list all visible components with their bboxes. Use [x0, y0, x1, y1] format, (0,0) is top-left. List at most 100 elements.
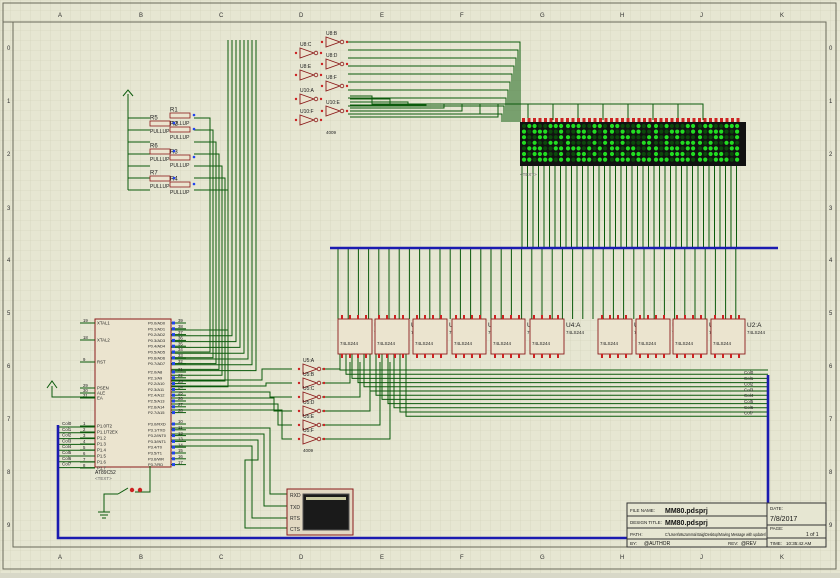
mcu-pin-label: EA — [97, 396, 103, 401]
led-dot — [548, 129, 553, 134]
port-label-right: Col3 — [744, 387, 754, 392]
border-col-label-bottom: J — [700, 555, 703, 561]
led-dot — [571, 157, 576, 162]
led-dot — [636, 135, 641, 140]
border-col-label-top: D — [299, 13, 304, 19]
resistor-pin — [192, 127, 196, 131]
border-col-label-bottom: C — [219, 555, 224, 561]
decoder-pin-bottom — [557, 354, 559, 358]
decoder-part: 74LS244 — [675, 341, 694, 346]
decoder-pin-bottom — [432, 354, 434, 358]
led-dot — [548, 151, 553, 157]
resistor-pin — [172, 176, 176, 180]
led-dot — [664, 146, 669, 151]
led-dot — [592, 135, 597, 140]
led-dot — [708, 140, 713, 145]
decoder-body — [529, 318, 565, 355]
port-label-left: Col1 — [62, 427, 72, 432]
led-dot — [664, 123, 669, 129]
mcu-pin-label: P0.7/AD7 — [148, 361, 166, 366]
mcu-pin-label: P3.4/T0 — [148, 445, 163, 450]
decoder-pin-bottom — [416, 354, 418, 358]
inverter-pin-out — [345, 84, 349, 88]
mcu-chip: AT89C52 <TEXT> 19 XTAL118 XTAL29 RST29 PSEN3… — [80, 318, 186, 481]
decoder-chips: 74LS244U7:B74LS24474LS244U7:A74LS24474LS… — [337, 315, 766, 358]
border-col-label-top: B — [139, 13, 143, 19]
display-pin — [648, 118, 652, 122]
decoder-body — [597, 318, 633, 355]
led-dot — [708, 151, 713, 157]
led-dot — [697, 151, 703, 157]
resistor-body — [169, 181, 191, 188]
display-pin — [604, 118, 608, 122]
led-dot — [703, 140, 708, 145]
mcu-pin-label: P2.7/A15 — [148, 410, 165, 415]
inverter-pin-in — [294, 97, 298, 101]
mcu-pin-marker — [172, 362, 175, 366]
decoder-body — [451, 318, 487, 355]
mcu-pin-number: 15 — [178, 448, 183, 453]
display-pin — [626, 118, 630, 122]
design-title-value: MM80.pdsprj — [665, 520, 708, 527]
inverter-ref: U10:F — [300, 109, 314, 115]
led-dot — [527, 123, 532, 129]
mcu-pin-number: 11 — [178, 425, 183, 430]
inverter-bubble — [339, 108, 345, 114]
led-dot — [543, 140, 548, 145]
decoder-part: 74LS244 — [377, 341, 396, 346]
led-dot — [691, 151, 696, 157]
display-text: <TEXT> — [520, 172, 537, 177]
design-title-label: DESIGN TITLE: — [630, 520, 662, 525]
border-col-label-top: H — [620, 13, 624, 19]
schematic-canvas[interactable]: AABBCCDDEEFFGGHHJJKK0 01 12 23 34 45 56 67 78 89 9… — [0, 0, 840, 573]
led-dot — [587, 140, 592, 145]
led-dot — [664, 157, 669, 162]
led-dot — [597, 157, 602, 162]
inverter-bubble — [316, 422, 322, 428]
decoder-pin-bottom — [479, 354, 481, 358]
led-dot — [636, 129, 641, 134]
led-dot — [581, 129, 587, 134]
led-dot — [581, 123, 587, 129]
decoder-body — [635, 318, 671, 355]
port-label-right: Col4 — [744, 393, 754, 398]
led-dot — [543, 129, 548, 134]
decoder-pin-top — [479, 315, 481, 319]
display-pin — [681, 118, 685, 122]
led-dot — [653, 123, 659, 129]
date-value: 7/8/2017 — [770, 516, 797, 523]
resistor-body — [149, 175, 171, 182]
decoder-pin-top — [365, 315, 367, 319]
resistor-ref: R7 — [150, 171, 158, 177]
decoder-pin-top — [647, 315, 649, 319]
resistor-ref: R5 — [150, 116, 158, 122]
led-dot — [571, 146, 576, 151]
led-dot — [680, 157, 685, 162]
led-dot — [724, 146, 729, 151]
led-dot — [641, 146, 646, 151]
page-value: 1 of 1 — [806, 532, 819, 538]
led-dot — [553, 129, 558, 134]
decoder-pin-top — [639, 315, 641, 319]
border-col-label-bottom: F — [460, 555, 464, 561]
inverter-pin-out — [345, 109, 349, 113]
led-dot — [680, 129, 685, 134]
decoder-part: 74LS244 — [454, 341, 473, 346]
border-col-label-bottom: E — [380, 555, 384, 561]
mcu-pin-marker — [172, 344, 175, 348]
inverter-bubble — [313, 50, 319, 56]
decoder-body — [374, 318, 410, 355]
led-dot — [691, 123, 696, 129]
led-dot — [735, 135, 740, 140]
led-dot — [659, 129, 664, 134]
inverter-bubble — [313, 96, 319, 102]
mcu-pin-number: 34 — [178, 347, 183, 352]
led-dot — [553, 123, 558, 129]
display-pin — [555, 118, 558, 122]
mcu-pin-marker — [172, 428, 175, 432]
led-dot — [537, 140, 543, 145]
display-pin — [698, 118, 701, 122]
decoder-pin-top — [378, 315, 380, 319]
time-label: TIME: — [770, 541, 782, 546]
led-dot — [565, 146, 571, 151]
